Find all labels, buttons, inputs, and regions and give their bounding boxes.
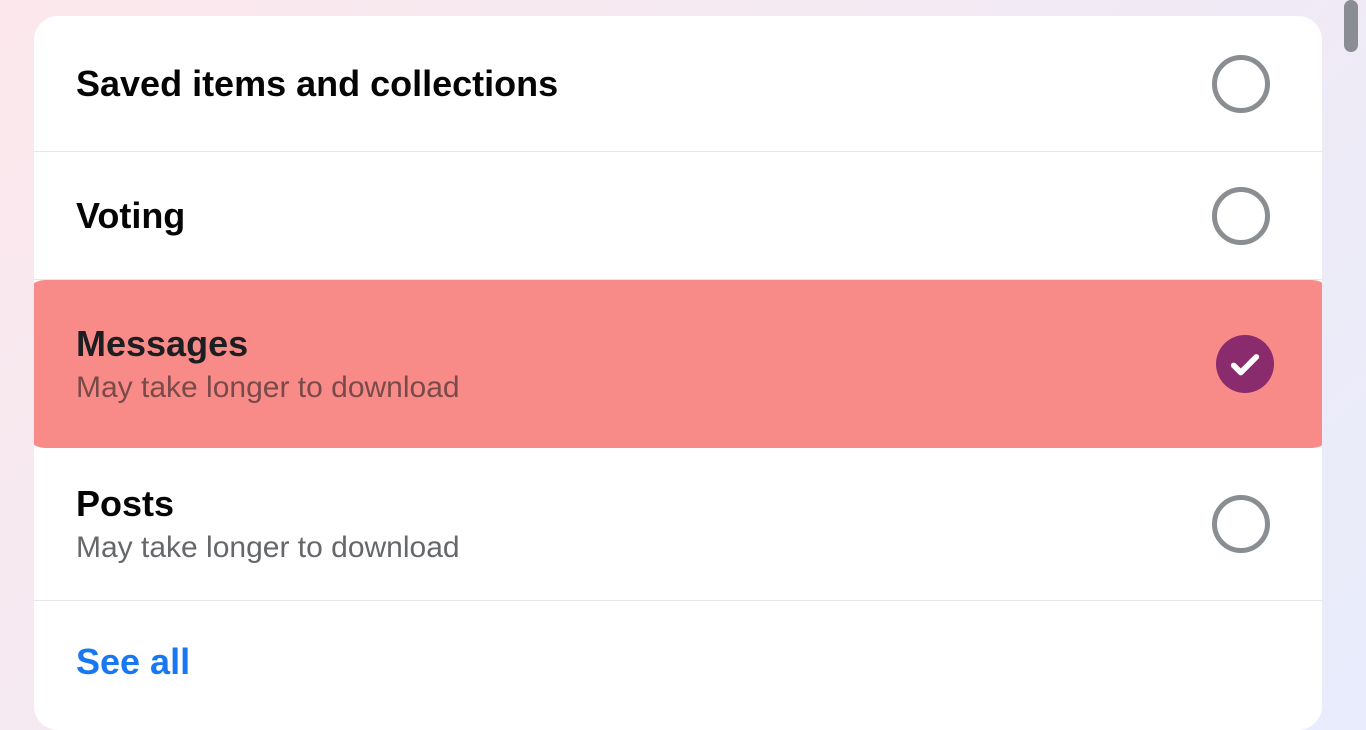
radio-unchecked[interactable]: [1212, 187, 1270, 245]
scrollbar-thumb[interactable]: [1344, 0, 1358, 52]
item-content: Posts May take longer to download: [76, 483, 460, 565]
settings-card: Saved items and collections Voting Messa…: [34, 16, 1322, 730]
list-item-posts[interactable]: Posts May take longer to download: [34, 448, 1322, 601]
list-item-saved-items[interactable]: Saved items and collections: [34, 16, 1322, 152]
item-title: Saved items and collections: [76, 63, 558, 105]
item-content: Voting: [76, 195, 185, 237]
see-all-row: See all: [34, 601, 1322, 723]
check-icon: [1228, 347, 1262, 381]
radio-checked[interactable]: [1216, 335, 1274, 393]
item-subtitle: May take longer to download: [76, 371, 460, 405]
radio-unchecked[interactable]: [1212, 495, 1270, 553]
item-title: Messages: [76, 323, 460, 365]
item-title: Posts: [76, 483, 460, 525]
list-item-voting[interactable]: Voting: [34, 152, 1322, 280]
see-all-link[interactable]: See all: [76, 641, 190, 682]
item-subtitle: May take longer to download: [76, 531, 460, 565]
list-item-messages[interactable]: Messages May take longer to download: [34, 280, 1322, 448]
radio-unchecked[interactable]: [1212, 55, 1270, 113]
item-content: Messages May take longer to download: [76, 323, 460, 405]
item-content: Saved items and collections: [76, 63, 558, 105]
item-title: Voting: [76, 195, 185, 237]
